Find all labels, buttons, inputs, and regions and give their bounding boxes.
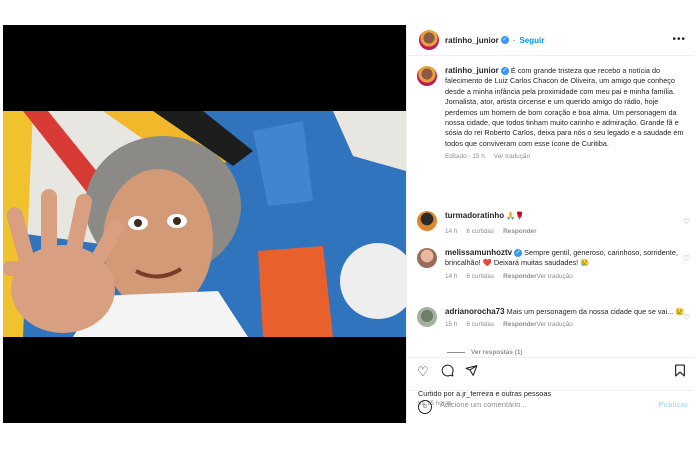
comment-likes[interactable]: 6 curtidas [466,273,494,280]
comment-avatar[interactable] [417,307,437,327]
caption-username[interactable]: ratinho_junior [445,66,499,75]
post-side-panel: ratinho_junior ✓ · Seguir ••• ratinho_ju… [406,25,694,423]
comment-composer: ☺ Publicar [407,390,694,424]
verified-icon: ✓ [500,67,509,76]
follow-button[interactable]: Seguir [519,36,544,45]
comment-avatar[interactable] [417,248,437,268]
comments-area[interactable]: ratinho_junior ✓ É com grande tristeza qu… [407,56,694,357]
publish-button[interactable]: Publicar [658,400,688,409]
caption-meta: Editado · 15 h Ver tradução [445,153,690,160]
caption-translate-link[interactable]: Ver tradução [494,153,530,160]
replies-line [447,351,465,353]
view-replies[interactable]: Ver respostas (1) [447,349,523,356]
comment-username[interactable]: adrianorocha73 [445,307,505,316]
comment-reply-link[interactable]: Responder [503,321,536,328]
comment-likes[interactable]: 6 curtidas [466,228,494,235]
comment-text: 🙏🌹 [506,211,525,220]
comment-time: 14 h [445,272,458,280]
comment-likes[interactable]: 6 curtidas [466,321,494,328]
comment-time: 14 h [445,228,458,236]
post-photo [3,111,406,337]
bookmark-icon[interactable] [674,364,686,380]
caption-edited: Editado · 15 h [445,153,485,161]
verified-icon: ✓ [514,249,523,258]
caption-row: ratinho_junior ✓ É com grande tristeza qu… [417,66,690,160]
heart-icon[interactable]: ♡ [683,254,690,263]
post-header: ratinho_junior ✓ · Seguir ••• [407,25,694,56]
photo-illustration [3,111,406,337]
comment-reply-link[interactable]: Responder [503,273,536,280]
caption-avatar[interactable] [417,66,437,86]
comment-icon[interactable] [441,364,454,380]
heart-icon[interactable]: ♡ [417,364,429,380]
comment-reply-link[interactable]: Responder [503,228,536,235]
caption-text: ratinho_junior ✓ É com grande tristeza qu… [445,66,690,149]
comment-translate-link[interactable]: Ver tradução [537,273,573,280]
emoji-icon[interactable]: ☺ [418,400,432,414]
author-username[interactable]: ratinho_junior [445,36,499,45]
comment-time: 15 h [445,321,458,329]
comment-input[interactable] [440,400,655,409]
view-replies-label[interactable]: Ver respostas (1) [471,349,523,356]
post-media[interactable] [3,25,406,423]
comment-row: melissamunhoztv ✓ Sempre gentil, generoso… [417,248,690,280]
comment-row: turmadoratinho 🙏🌹 14 h 6 curtidas Responde… [417,211,690,235]
comment-row: adrianorocha73 Mais um personagem da nos… [417,307,685,328]
separator-dot: · [512,35,516,45]
caption-body: É com grande tristeza que recebo a notíc… [445,66,684,148]
heart-icon[interactable]: ♡ [683,313,690,322]
verified-icon: ✓ [500,36,509,44]
comment-username[interactable]: turmadoratinho [445,211,504,220]
comment-username[interactable]: melissamunhoztv [445,248,512,257]
share-icon[interactable] [465,364,478,380]
more-icon[interactable]: ••• [672,34,686,45]
comment-text: Mais um personagem da nossa cidade que s… [506,307,685,316]
instagram-post-window: ratinho_junior ✓ · Seguir ••• ratinho_ju… [3,25,694,423]
heart-icon[interactable]: ♡ [683,217,690,226]
comment-avatar[interactable] [417,211,437,231]
comment-translate-link[interactable]: Ver tradução [537,321,573,328]
author-avatar[interactable] [419,30,439,50]
